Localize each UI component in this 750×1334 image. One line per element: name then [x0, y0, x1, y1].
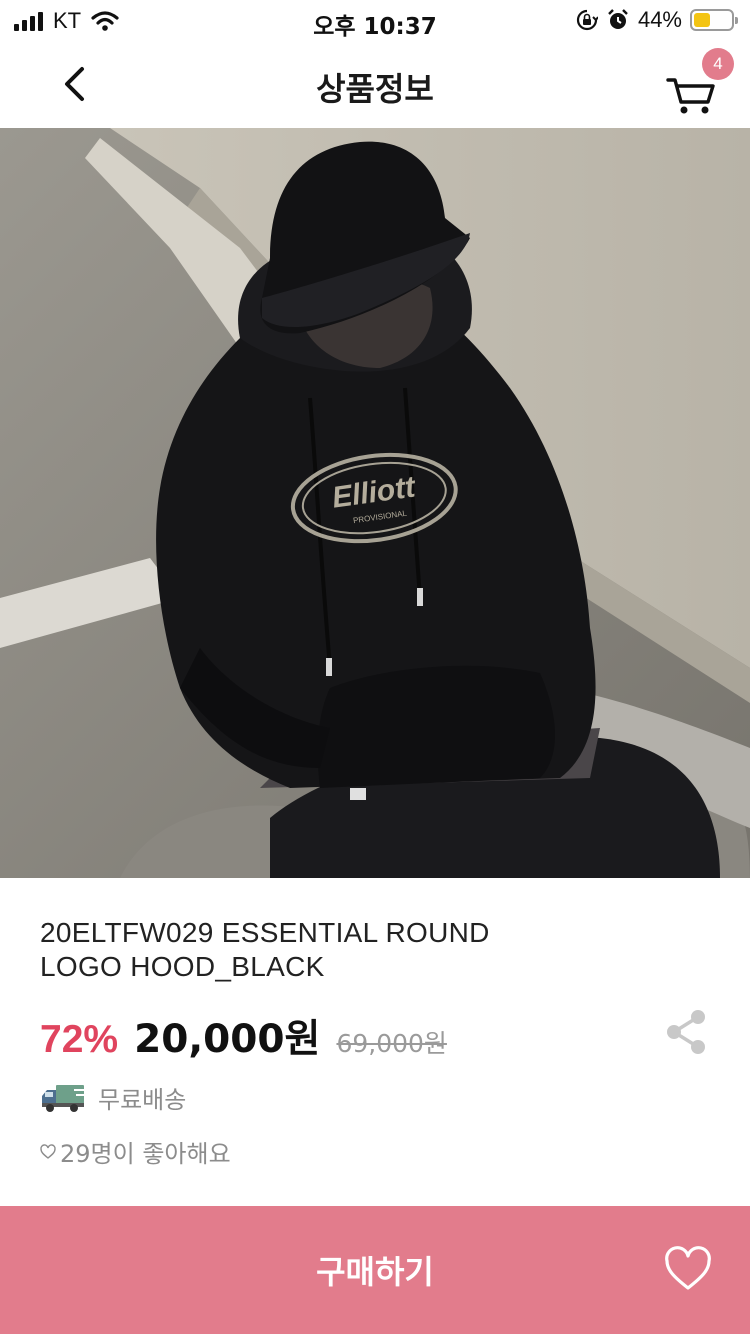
- product-photo-illustration: Elliott PROVISIONAL: [0, 128, 750, 878]
- product-name-line2: LOGO HOOD_BLACK: [40, 951, 325, 982]
- wishlist-button[interactable]: [664, 1246, 712, 1294]
- share-button[interactable]: [664, 1008, 708, 1056]
- sale-price: 20,000원: [134, 1017, 321, 1062]
- battery-icon: [690, 9, 738, 31]
- share-icon: [667, 1010, 705, 1054]
- product-name-line1: 20ELTFW029 ESSENTIAL ROUND: [40, 917, 490, 948]
- original-price: 69,000원: [336, 1029, 447, 1058]
- battery-fill: [694, 13, 710, 27]
- heart-small-icon: [40, 1143, 56, 1159]
- status-bar-right: 44%: [576, 7, 738, 33]
- alarm-icon: [608, 9, 628, 29]
- page-title: 상품정보: [316, 70, 434, 108]
- status-bar: KT 오후 10:37 44%: [0, 0, 750, 44]
- likes-count: 29명이 좋아해요: [60, 1140, 231, 1168]
- lock-rotation-icon: [576, 9, 598, 31]
- price-row: 72% 20,000원 69,000원: [40, 1008, 447, 1064]
- discount-rate: 72%: [40, 1018, 119, 1061]
- product-image[interactable]: Elliott PROVISIONAL: [0, 128, 750, 878]
- nav-bar: 상품정보 4: [0, 44, 750, 128]
- shipping-label: 무료배송: [98, 1086, 187, 1114]
- likes-info: 29명이 좋아해요: [40, 1134, 231, 1169]
- battery-percent: 44%: [637, 7, 682, 32]
- buy-button[interactable]: 구매하기: [150, 1206, 600, 1334]
- truck-icon: [42, 1084, 86, 1112]
- cart-count-badge: 4: [702, 48, 734, 80]
- heart-icon: [665, 1246, 711, 1290]
- shipping-info: 무료배송: [40, 1080, 186, 1115]
- purchase-bar: 구매하기: [0, 1206, 750, 1334]
- product-name: 20ELTFW029 ESSENTIAL ROUND LOGO HOOD_BLA…: [40, 916, 600, 984]
